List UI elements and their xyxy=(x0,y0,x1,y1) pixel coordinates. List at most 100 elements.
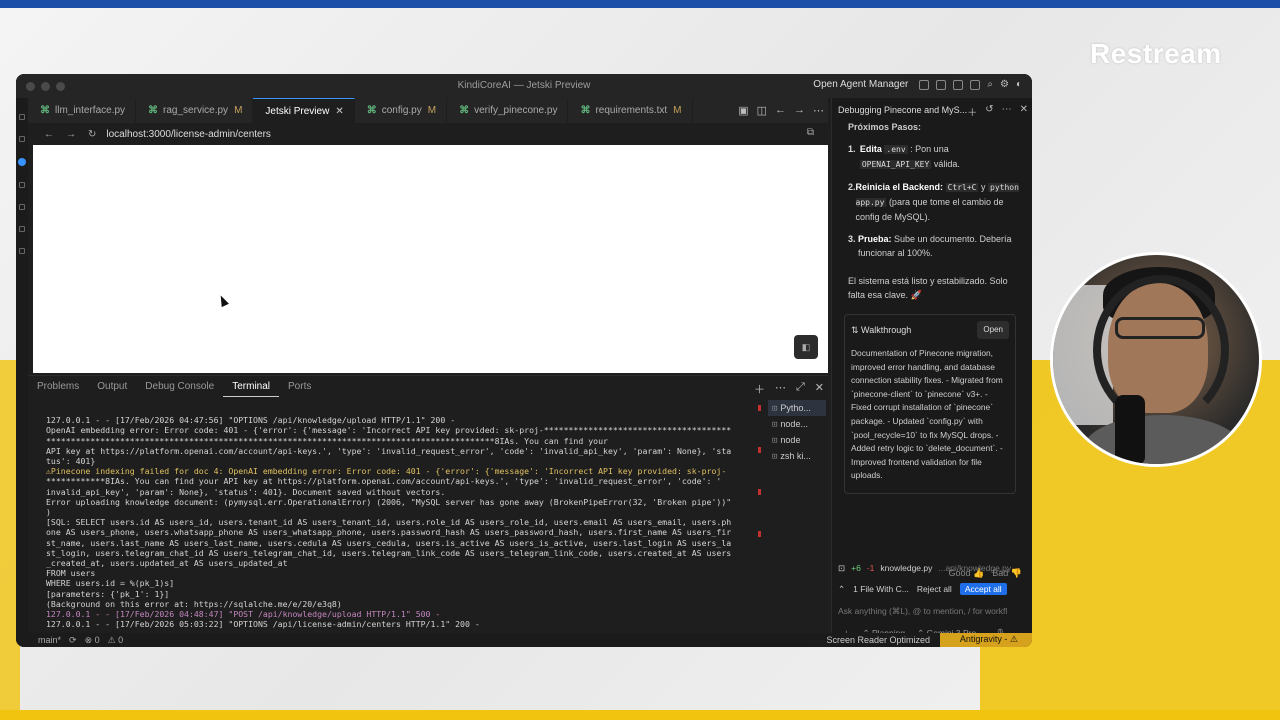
more-icon[interactable]: ⋯ xyxy=(1002,104,1012,119)
browser-forward-icon[interactable]: → xyxy=(66,129,76,140)
open-walkthrough-button[interactable]: Open xyxy=(977,321,1009,339)
title-bar-tools: Open Agent Manager ⌕ ⚙ ◐ xyxy=(813,79,1022,90)
maximize-panel-icon[interactable]: ⤢ xyxy=(796,381,805,397)
step-item: 2. Reinicia el Backend: Ctrl+C y python … xyxy=(848,182,1019,222)
mouse-cursor-icon xyxy=(217,293,229,308)
chevron-up-icon[interactable]: ⌃ xyxy=(838,584,845,595)
changes-summary[interactable]: 1 File With C... xyxy=(853,584,909,594)
python-file-icon: ⌘ xyxy=(366,105,377,116)
changed-file-name: knowledge.py xyxy=(880,563,933,573)
terminal-line: Error uploading knowledge document: (pym… xyxy=(46,496,732,507)
forward-icon[interactable]: → xyxy=(794,104,805,117)
tab-llm-interface[interactable]: ⌘ llm_interface.py xyxy=(28,98,137,123)
tab-problems[interactable]: Problems xyxy=(28,376,88,397)
search-view-icon[interactable] xyxy=(19,136,25,142)
python-file-icon: ⌘ xyxy=(459,105,470,116)
tab-verify-pinecone[interactable]: ⌘ verify_pinecone.py xyxy=(447,98,569,123)
agent-heading: Próximos Pasos: xyxy=(848,122,922,132)
lines-added: +6 xyxy=(851,563,861,573)
terminal-line: st_name, users.last_name AS users_last_n… xyxy=(46,537,732,548)
url-input[interactable]: localhost:3000/license-admin/centers xyxy=(106,129,271,140)
testing-icon[interactable] xyxy=(19,248,25,254)
file-icon: ⊡ xyxy=(838,562,846,573)
top-frame-bar xyxy=(0,0,1280,8)
terminal-list: ⊡ Pytho... ⊡ node... ⊡ node ⊡ zsh ki... xyxy=(768,400,826,464)
open-agent-manager-button[interactable]: Open Agent Manager xyxy=(813,79,908,90)
explorer-icon[interactable] xyxy=(19,114,25,120)
terminal-item-node[interactable]: ⊡ node... xyxy=(768,416,826,432)
reload-icon[interactable]: ↻ xyxy=(88,129,96,140)
open-external-icon[interactable]: ⧉ xyxy=(807,127,814,138)
terminal-icon: ⊡ xyxy=(772,452,778,462)
terminal-item-python[interactable]: ⊡ Pytho... xyxy=(768,400,826,416)
search-icon[interactable]: ⌕ xyxy=(987,79,993,90)
preview-viewport[interactable]: ◧ xyxy=(33,145,828,373)
close-panel-icon[interactable]: ✕ xyxy=(815,381,824,397)
layout-icon[interactable] xyxy=(919,79,930,90)
branch-indicator[interactable]: main* xyxy=(38,635,61,646)
preview-icon[interactable]: ▣ xyxy=(738,104,748,117)
terminal-icon: ⊡ xyxy=(772,420,778,430)
bottom-frame-bar xyxy=(0,710,1280,720)
tab-config[interactable]: ⌘ config.py M xyxy=(355,98,448,123)
reject-all-button[interactable]: Reject all xyxy=(917,584,952,594)
settings-icon[interactable]: ⚙ xyxy=(1000,79,1009,90)
panel-tabs: Problems Output Debug Console Terminal P… xyxy=(28,375,828,397)
split-editor-icon[interactable]: ◫ xyxy=(757,104,767,117)
history-icon[interactable]: ↺ xyxy=(985,104,993,119)
terminal-line-post: 127.0.0.1 - - [17/Feb/2026 04:48:47] "PO… xyxy=(46,609,441,620)
new-terminal-icon[interactable]: ＋ xyxy=(754,381,765,397)
tab-jetski-preview[interactable]: Jetski Preview ✕ xyxy=(253,98,355,123)
terminal-line: ) xyxy=(46,507,51,518)
walkthrough-text: Documentation of Pinecone migration, imp… xyxy=(851,348,1003,481)
agent-chat-input[interactable]: Ask anything (⌘L), @ to mention, / for w… xyxy=(838,606,1028,617)
preview-toggle-button[interactable]: ◧ xyxy=(794,335,818,359)
tab-debug-console[interactable]: Debug Console xyxy=(136,376,223,397)
close-icon[interactable]: ✕ xyxy=(1020,104,1028,119)
new-chat-icon[interactable]: ＋ xyxy=(967,104,977,119)
error-marker xyxy=(758,447,761,453)
walkthrough-label: Walkthrough xyxy=(861,325,912,335)
close-tab-icon[interactable]: ✕ xyxy=(335,106,343,117)
sidebar-toggle-icon[interactable] xyxy=(936,79,947,90)
tab-rag-service[interactable]: ⌘ rag_service.py M xyxy=(136,98,254,123)
terminal-icon: ⊡ xyxy=(772,436,778,446)
more-icon[interactable]: ⋯ xyxy=(775,381,786,397)
changed-file-row[interactable]: ⊡ +6 -1 knowledge.py ...api/knowledge.py xyxy=(838,560,1028,576)
terminal-line: ************8IAs. You can find your API … xyxy=(46,476,722,487)
webcam-overlay xyxy=(1050,252,1262,467)
tab-requirements[interactable]: ⌘ requirements.txt M xyxy=(568,98,693,123)
error-marker xyxy=(758,489,761,495)
accept-all-button[interactable]: Accept all xyxy=(959,583,1007,595)
error-count[interactable]: ⊗ 0 xyxy=(85,635,100,646)
step-item: 1. Edita .env : Pon una OPENAI_API_KEY v… xyxy=(848,144,960,169)
extensions-icon[interactable] xyxy=(19,204,25,210)
back-icon[interactable]: ← xyxy=(775,104,786,117)
terminal-item-zsh[interactable]: ⊡ zsh ki... xyxy=(768,448,826,464)
terminal-item-node-2[interactable]: ⊡ node xyxy=(768,432,826,448)
remote-icon[interactable] xyxy=(19,226,25,232)
more-icon[interactable]: ⋯ xyxy=(813,104,824,117)
tab-terminal[interactable]: Terminal xyxy=(223,376,280,397)
source-control-badge-icon[interactable] xyxy=(18,158,26,166)
terminal-output[interactable]: 127.0.0.1 - - [17/Feb/2026 04:47:56] "OP… xyxy=(46,405,754,635)
walkthrough-header: ⇅ Walkthrough Open xyxy=(851,321,1009,339)
agent-conversation-title[interactable]: Debugging Pinecone and MyS... xyxy=(838,105,967,115)
browser-back-icon[interactable]: ← xyxy=(44,129,54,140)
panel-toggle-icon[interactable] xyxy=(953,79,964,90)
terminal-line: one AS users_phone, users.whatsapp_phone… xyxy=(46,527,732,538)
editor-actions: ▣ ◫ ← → ⋯ xyxy=(738,104,824,117)
terminal-line: 127.0.0.1 - - [17/Feb/2026 04:47:56] "OP… xyxy=(46,415,456,426)
account-icon[interactable]: ◐ xyxy=(1016,79,1022,90)
tab-ports[interactable]: Ports xyxy=(279,376,320,397)
status-bar: main* ⟳ ⊗ 0 ⚠ 0 Screen Reader Optimized … xyxy=(16,633,1032,647)
antigravity-status[interactable]: Antigravity - ⚠ xyxy=(939,633,1032,647)
terminal-line-warning: ⚠Pinecone indexing failed for doc 4: Ope… xyxy=(46,466,727,477)
run-debug-icon[interactable] xyxy=(19,182,25,188)
warning-count[interactable]: ⚠ 0 xyxy=(108,635,124,646)
sync-icon[interactable]: ⟳ xyxy=(69,635,77,646)
tab-output[interactable]: Output xyxy=(88,376,136,397)
secondary-sidebar-icon[interactable] xyxy=(970,79,981,90)
headset-icon xyxy=(1093,275,1229,425)
screen-reader-status[interactable]: Screen Reader Optimized xyxy=(826,635,930,645)
